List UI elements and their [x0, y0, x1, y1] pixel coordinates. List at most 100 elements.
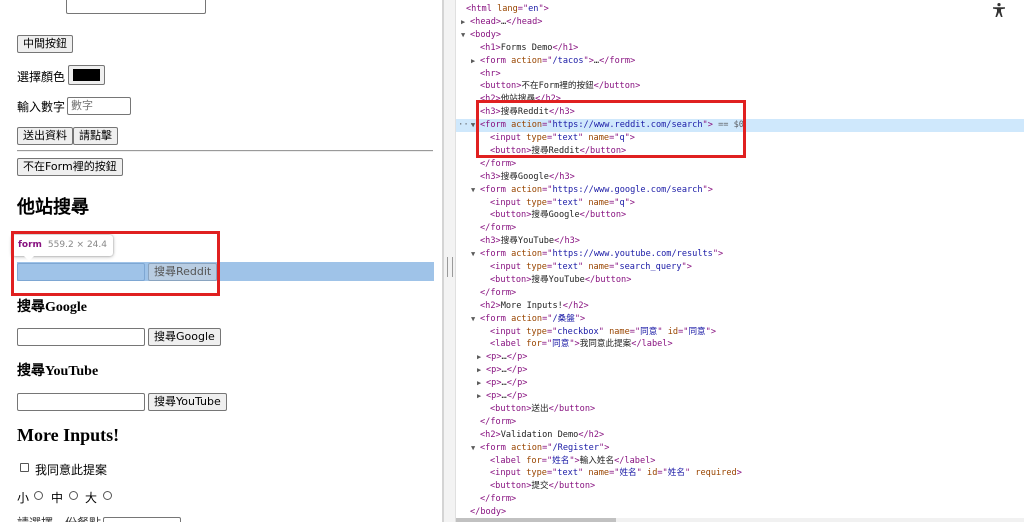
dom-node[interactable]: <input type="text" name="search_query">: [456, 261, 1024, 274]
horizontal-scrollbar[interactable]: [456, 518, 1024, 522]
annotation-red-box-devtools: [476, 100, 746, 158]
dom-node[interactable]: ▶ <head>…</head>: [456, 16, 1024, 29]
dom-node[interactable]: ▶ <p>…</p>: [456, 351, 1024, 364]
dom-node[interactable]: ▶ <p>…</p>: [456, 364, 1024, 377]
dom-node[interactable]: </form>: [456, 222, 1024, 235]
dom-node[interactable]: </form>: [456, 158, 1024, 171]
expand-triangle-closed-icon[interactable]: ▶: [461, 16, 465, 29]
dom-node-markup: <h3>搜尋Google</h3>: [480, 171, 575, 182]
size-small-radio[interactable]: [34, 491, 43, 500]
dom-node-markup: <input type="checkbox" name="同意" id="同意"…: [490, 326, 716, 337]
dom-node[interactable]: </form>: [456, 416, 1024, 429]
dom-node-markup: <p>…</p>: [486, 365, 528, 376]
youtube-heading: 搜尋YouTube: [17, 364, 99, 379]
dom-node-markup: <h3>搜尋YouTube</h3>: [480, 236, 580, 247]
submit-data-button[interactable]: 送出資料: [17, 127, 73, 145]
dom-node[interactable]: <h3>搜尋YouTube</h3>: [456, 235, 1024, 248]
dom-node[interactable]: <button>不在Form裡的按鈕</button>: [456, 80, 1024, 93]
expand-triangle-open-icon[interactable]: ▼: [471, 184, 475, 197]
dom-node[interactable]: <input type="text" name="姓名" id="姓名" req…: [456, 467, 1024, 480]
dom-node-markup: <form action="/桑盤">: [480, 313, 586, 324]
dom-node[interactable]: <label for="姓名">輸入姓名</label>: [456, 455, 1024, 468]
pane-splitter[interactable]: [443, 0, 456, 522]
node-more-icon[interactable]: ···: [458, 119, 474, 132]
google-search-button[interactable]: 搜尋Google: [148, 328, 221, 346]
dom-node-markup: <input type="text" name="search_query">: [490, 262, 692, 272]
splitter-grip-icon[interactable]: [447, 257, 453, 277]
expand-triangle-closed-icon[interactable]: ▶: [477, 364, 481, 377]
agree-label[interactable]: 我同意此提案: [35, 461, 107, 478]
dom-node[interactable]: ▶ <form action="/tacos">…</form>: [456, 55, 1024, 68]
dom-node-markup: <hr>: [480, 68, 501, 79]
dom-node-markup: </form>: [480, 287, 517, 298]
dom-node-markup: </form>: [480, 223, 517, 234]
dom-node[interactable]: <h3>搜尋Google</h3>: [456, 171, 1024, 184]
dom-node[interactable]: </form>: [456, 287, 1024, 300]
dom-node[interactable]: <html lang="en">: [456, 3, 1024, 16]
expand-triangle-open-icon[interactable]: ▼: [471, 248, 475, 261]
clipped-input-top[interactable]: [66, 0, 206, 14]
dom-node-markup: <button>送出</button>: [490, 403, 596, 414]
dom-node[interactable]: <h1>Forms Demo</h1>: [456, 42, 1024, 55]
dom-node-markup: <h2>Validation Demo</h2>: [480, 429, 605, 440]
expand-triangle-closed-icon[interactable]: ▶: [477, 351, 481, 364]
more-inputs-heading: More Inputs!: [17, 425, 120, 445]
accessibility-icon[interactable]: [988, 0, 1010, 20]
outside-form-button[interactable]: 不在Form裡的按鈕: [17, 158, 123, 176]
dom-node[interactable]: <h2>More Inputs!</h2>: [456, 300, 1024, 313]
color-swatch-fill: [73, 69, 100, 81]
dom-node[interactable]: ▼ <form action="/桑盤">: [456, 313, 1024, 326]
agree-checkbox[interactable]: [20, 463, 29, 472]
youtube-search-input[interactable]: [17, 393, 145, 411]
dom-node[interactable]: <button>提交</button>: [456, 480, 1024, 493]
number-input[interactable]: 數字: [67, 97, 131, 115]
devtools-elements-panel: <html lang="en"> ▶ <head>…</head> ▼ <body> <h…: [456, 0, 1024, 522]
dom-node-markup: <p>…</p>: [486, 352, 528, 363]
color-picker[interactable]: [68, 65, 105, 85]
dom-node[interactable]: <label for="同意">我同意此提案</label>: [456, 338, 1024, 351]
dom-node-markup: <button>提交</button>: [490, 481, 596, 492]
dom-node-markup: <form action="https://www.google.com/sea…: [480, 184, 713, 195]
expand-triangle-open-icon[interactable]: ▼: [461, 29, 465, 42]
dom-node-markup: <input type="text" name="姓名" id="姓名" req…: [490, 468, 742, 479]
size-medium-label: 中: [51, 491, 64, 505]
dom-node[interactable]: <button>搜尋YouTube</button>: [456, 274, 1024, 287]
rendered-page-pane: 中間按鈕 選擇顏色 輸入數字 數字 送出資料 請點擊 不在Form裡的按鈕 他站…: [0, 0, 443, 522]
size-medium-radio[interactable]: [69, 491, 78, 500]
meal-select[interactable]: [103, 517, 181, 522]
dom-node[interactable]: ▶ <p>…</p>: [456, 377, 1024, 390]
annotation-red-box-page: [11, 231, 220, 296]
expand-triangle-closed-icon[interactable]: ▶: [471, 55, 475, 68]
dom-node[interactable]: </form>: [456, 493, 1024, 506]
expand-triangle-closed-icon[interactable]: ▶: [477, 390, 481, 403]
number-label: 輸入數字: [17, 100, 66, 114]
click-me-button[interactable]: 請點擊: [73, 127, 118, 145]
expand-triangle-open-icon[interactable]: ▼: [471, 313, 475, 326]
dom-node[interactable]: <button>搜尋Google</button>: [456, 209, 1024, 222]
dom-node-markup: <p>…</p>: [486, 391, 528, 401]
dom-node[interactable]: <input type="checkbox" name="同意" id="同意"…: [456, 326, 1024, 339]
dom-node[interactable]: <h2>Validation Demo</h2>: [456, 429, 1024, 442]
dom-node-markup: <button>不在Form裡的按鈕</button>: [480, 81, 641, 92]
google-search-input[interactable]: [17, 328, 145, 346]
dom-node[interactable]: <button>送出</button>: [456, 403, 1024, 416]
dom-node[interactable]: ▶ <p>…</p>: [456, 390, 1024, 403]
size-large-radio[interactable]: [103, 491, 112, 500]
dom-node-markup: <p>…</p>: [486, 378, 528, 389]
middle-button[interactable]: 中間按鈕: [17, 35, 73, 53]
dom-node[interactable]: ▼ <form action="https://www.youtube.com/r…: [456, 248, 1024, 261]
dom-node-markup: </form>: [480, 416, 517, 427]
dom-node-markup: <html lang="en">: [466, 4, 549, 14]
dom-node-markup: <form action="https://www.youtube.com/re…: [480, 249, 724, 260]
dom-node[interactable]: <input type="text" name="q">: [456, 197, 1024, 210]
expand-triangle-open-icon[interactable]: ▼: [471, 442, 475, 455]
youtube-search-button[interactable]: 搜尋YouTube: [148, 393, 227, 411]
size-large-label: 大: [85, 491, 98, 505]
expand-triangle-closed-icon[interactable]: ▶: [477, 377, 481, 390]
dom-node[interactable]: ▼ <body>: [456, 29, 1024, 42]
scrollbar-thumb[interactable]: [456, 518, 616, 522]
dom-node-markup: <button>搜尋Google</button>: [490, 210, 627, 221]
dom-node[interactable]: ▼ <form action="/Register">: [456, 442, 1024, 455]
dom-node[interactable]: <hr>: [456, 68, 1024, 81]
dom-node[interactable]: ▼ <form action="https://www.google.com/se…: [456, 184, 1024, 197]
